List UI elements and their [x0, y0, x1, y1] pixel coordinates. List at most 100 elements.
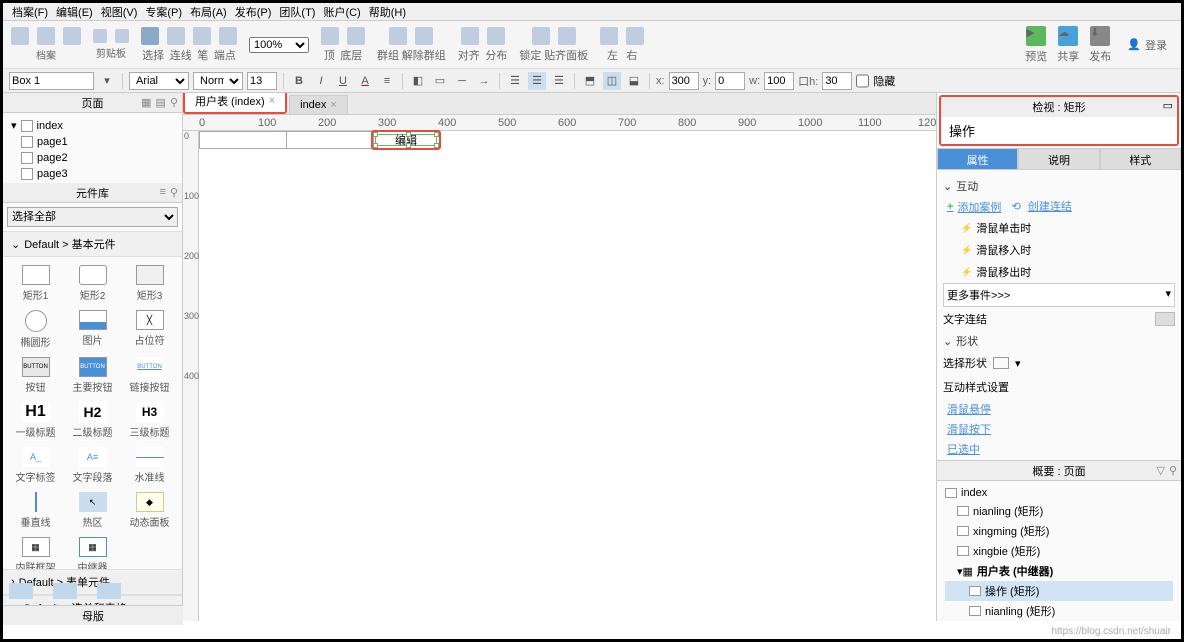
login-button[interactable]: 👤登录 [1121, 35, 1173, 55]
widget-inline-frame[interactable]: ▦内联框架 [9, 535, 62, 569]
menu-project[interactable]: 专案(P) [141, 4, 186, 20]
selected-shape[interactable]: 编辑 [371, 130, 441, 150]
close-icon[interactable]: × [330, 99, 336, 111]
menu-account[interactable]: 账户(C) [319, 4, 364, 20]
hidden-checkbox[interactable] [856, 72, 869, 90]
bullet-button[interactable]: ≡ [378, 72, 396, 90]
style-press[interactable]: 滑鼠按下 [943, 419, 995, 439]
widget-paragraph[interactable]: A≡文字段落 [66, 445, 119, 486]
border-button[interactable]: ▭ [431, 72, 449, 90]
copy-icon[interactable] [115, 29, 129, 43]
widget-hr[interactable]: 水准线 [123, 445, 176, 486]
group-icon[interactable] [389, 27, 407, 45]
point-icon[interactable] [219, 27, 237, 45]
masters-tab[interactable]: 母版 [3, 605, 183, 625]
close-icon[interactable]: × [269, 95, 275, 107]
widget-hotspot[interactable]: ↖热区 [66, 490, 119, 531]
filter-icon[interactable]: ▽ [1156, 464, 1164, 477]
cell-2[interactable] [286, 131, 374, 149]
menu-help[interactable]: 帮助(H) [365, 4, 410, 20]
widget-dynamic-panel[interactable]: ◆动态面板 [123, 490, 176, 531]
y-input[interactable] [715, 72, 745, 90]
outline-xingming[interactable]: xingming (矩形) [945, 521, 1173, 541]
name-dropdown-icon[interactable]: ▾ [98, 72, 116, 90]
widget-primary-button[interactable]: BUTTON主要按钮 [66, 355, 119, 396]
menu-publish[interactable]: 发布(P) [231, 4, 276, 20]
add-page-icon[interactable]: ▦ [141, 96, 151, 109]
search-icon[interactable]: ⚲ [1169, 464, 1177, 477]
add-folder-icon[interactable]: ▤ [156, 96, 166, 109]
text-link-box[interactable] [1155, 312, 1175, 326]
fill-button[interactable]: ◧ [409, 72, 427, 90]
ungroup-icon[interactable] [415, 27, 433, 45]
x-input[interactable] [669, 72, 699, 90]
widget-rect3[interactable]: 矩形3 [123, 263, 176, 304]
align-icon[interactable] [461, 27, 479, 45]
outline-xingbie[interactable]: xingbie (矩形) [945, 541, 1173, 561]
widget-name-input[interactable] [9, 72, 94, 90]
zoom-select[interactable]: 100% [249, 37, 309, 53]
more-events-select[interactable]: 更多事件>>>▾ [943, 283, 1175, 307]
widget-rect2[interactable]: 矩形2 [66, 263, 119, 304]
page-2[interactable]: page2 [11, 150, 174, 166]
open-icon[interactable] [37, 27, 55, 45]
lock-icon[interactable] [532, 27, 550, 45]
italic-button[interactable]: I [312, 72, 330, 90]
share-button[interactable]: ☁共享 [1057, 26, 1079, 64]
style-selected[interactable]: 已选中 [943, 439, 984, 459]
select-icon[interactable] [141, 27, 159, 45]
publish-button[interactable]: ⬇发布 [1089, 26, 1111, 64]
back-icon[interactable] [347, 27, 365, 45]
outline-nianling2[interactable]: nianling (矩形) [945, 601, 1173, 621]
shape-type-selector[interactable] [993, 357, 1009, 369]
new-icon[interactable] [11, 27, 29, 45]
widget-ellipse[interactable]: 椭圆形 [9, 308, 62, 351]
bold-button[interactable]: B [290, 72, 308, 90]
dock-icon[interactable] [558, 27, 576, 45]
connect-icon[interactable] [167, 27, 185, 45]
library-filter[interactable]: 选择全部 [7, 207, 178, 227]
create-link[interactable]: 创建连结 [1024, 196, 1076, 216]
widget-button[interactable]: BUTTON按钮 [9, 355, 62, 396]
menu-file[interactable]: 档案(F) [8, 4, 52, 20]
page-root[interactable]: ▾index [11, 117, 174, 134]
event-mouseleave[interactable]: 滑鼠移出时 [943, 261, 1175, 283]
outline-nianling[interactable]: nianling (矩形) [945, 501, 1173, 521]
menu-view[interactable]: 视图(V) [97, 4, 142, 20]
widget-placeholder[interactable]: ╳占位符 [123, 308, 176, 351]
preview-button[interactable]: ▶预览 [1025, 26, 1047, 64]
front-icon[interactable] [321, 27, 339, 45]
lib-section-basic[interactable]: ⌄Default > 基本元件 [3, 231, 182, 257]
section-interaction[interactable]: ⌄互动 [943, 176, 1175, 196]
event-click[interactable]: 滑鼠单击时 [943, 217, 1175, 239]
arrow-button[interactable]: → [475, 72, 493, 90]
align-center-text[interactable]: ☰ [528, 72, 546, 90]
widget-rect1[interactable]: 矩形1 [9, 263, 62, 304]
event-mouseenter[interactable]: 滑鼠移入时 [943, 239, 1175, 261]
tab-style[interactable]: 样式 [1100, 148, 1181, 170]
outline-repeater[interactable]: ▾▦用户表 (中继器) [945, 561, 1173, 581]
canvas[interactable]: 0100200300400 编辑 [183, 131, 936, 621]
align-left-icon[interactable] [600, 27, 618, 45]
h-input[interactable] [822, 72, 852, 90]
line-style-button[interactable]: ─ [453, 72, 471, 90]
w-input[interactable] [764, 72, 794, 90]
inspector-name[interactable]: 操作 [941, 117, 1177, 144]
page-1[interactable]: page1 [11, 134, 174, 150]
save-icon[interactable] [63, 27, 81, 45]
pen-icon[interactable] [193, 27, 211, 45]
valign-top[interactable]: ⬒ [581, 72, 599, 90]
font-weight-select[interactable]: Normal [193, 72, 243, 90]
distribute-icon[interactable] [487, 27, 505, 45]
outline-index[interactable]: index [945, 485, 1173, 501]
valign-mid[interactable]: ◫ [603, 72, 621, 90]
cut-icon[interactable] [93, 29, 107, 43]
widget-label[interactable]: A_文字标签 [9, 445, 62, 486]
text-color-button[interactable]: A [356, 72, 374, 90]
widget-h1[interactable]: H1一级标题 [9, 400, 62, 441]
style-hover[interactable]: 滑鼠悬停 [943, 399, 995, 419]
lib-search-icon[interactable]: ⚲ [170, 186, 178, 199]
inspector-menu-icon[interactable]: ▭ [1163, 99, 1173, 112]
font-select[interactable]: Arial [129, 72, 189, 90]
widget-h2[interactable]: H2二级标题 [66, 400, 119, 441]
